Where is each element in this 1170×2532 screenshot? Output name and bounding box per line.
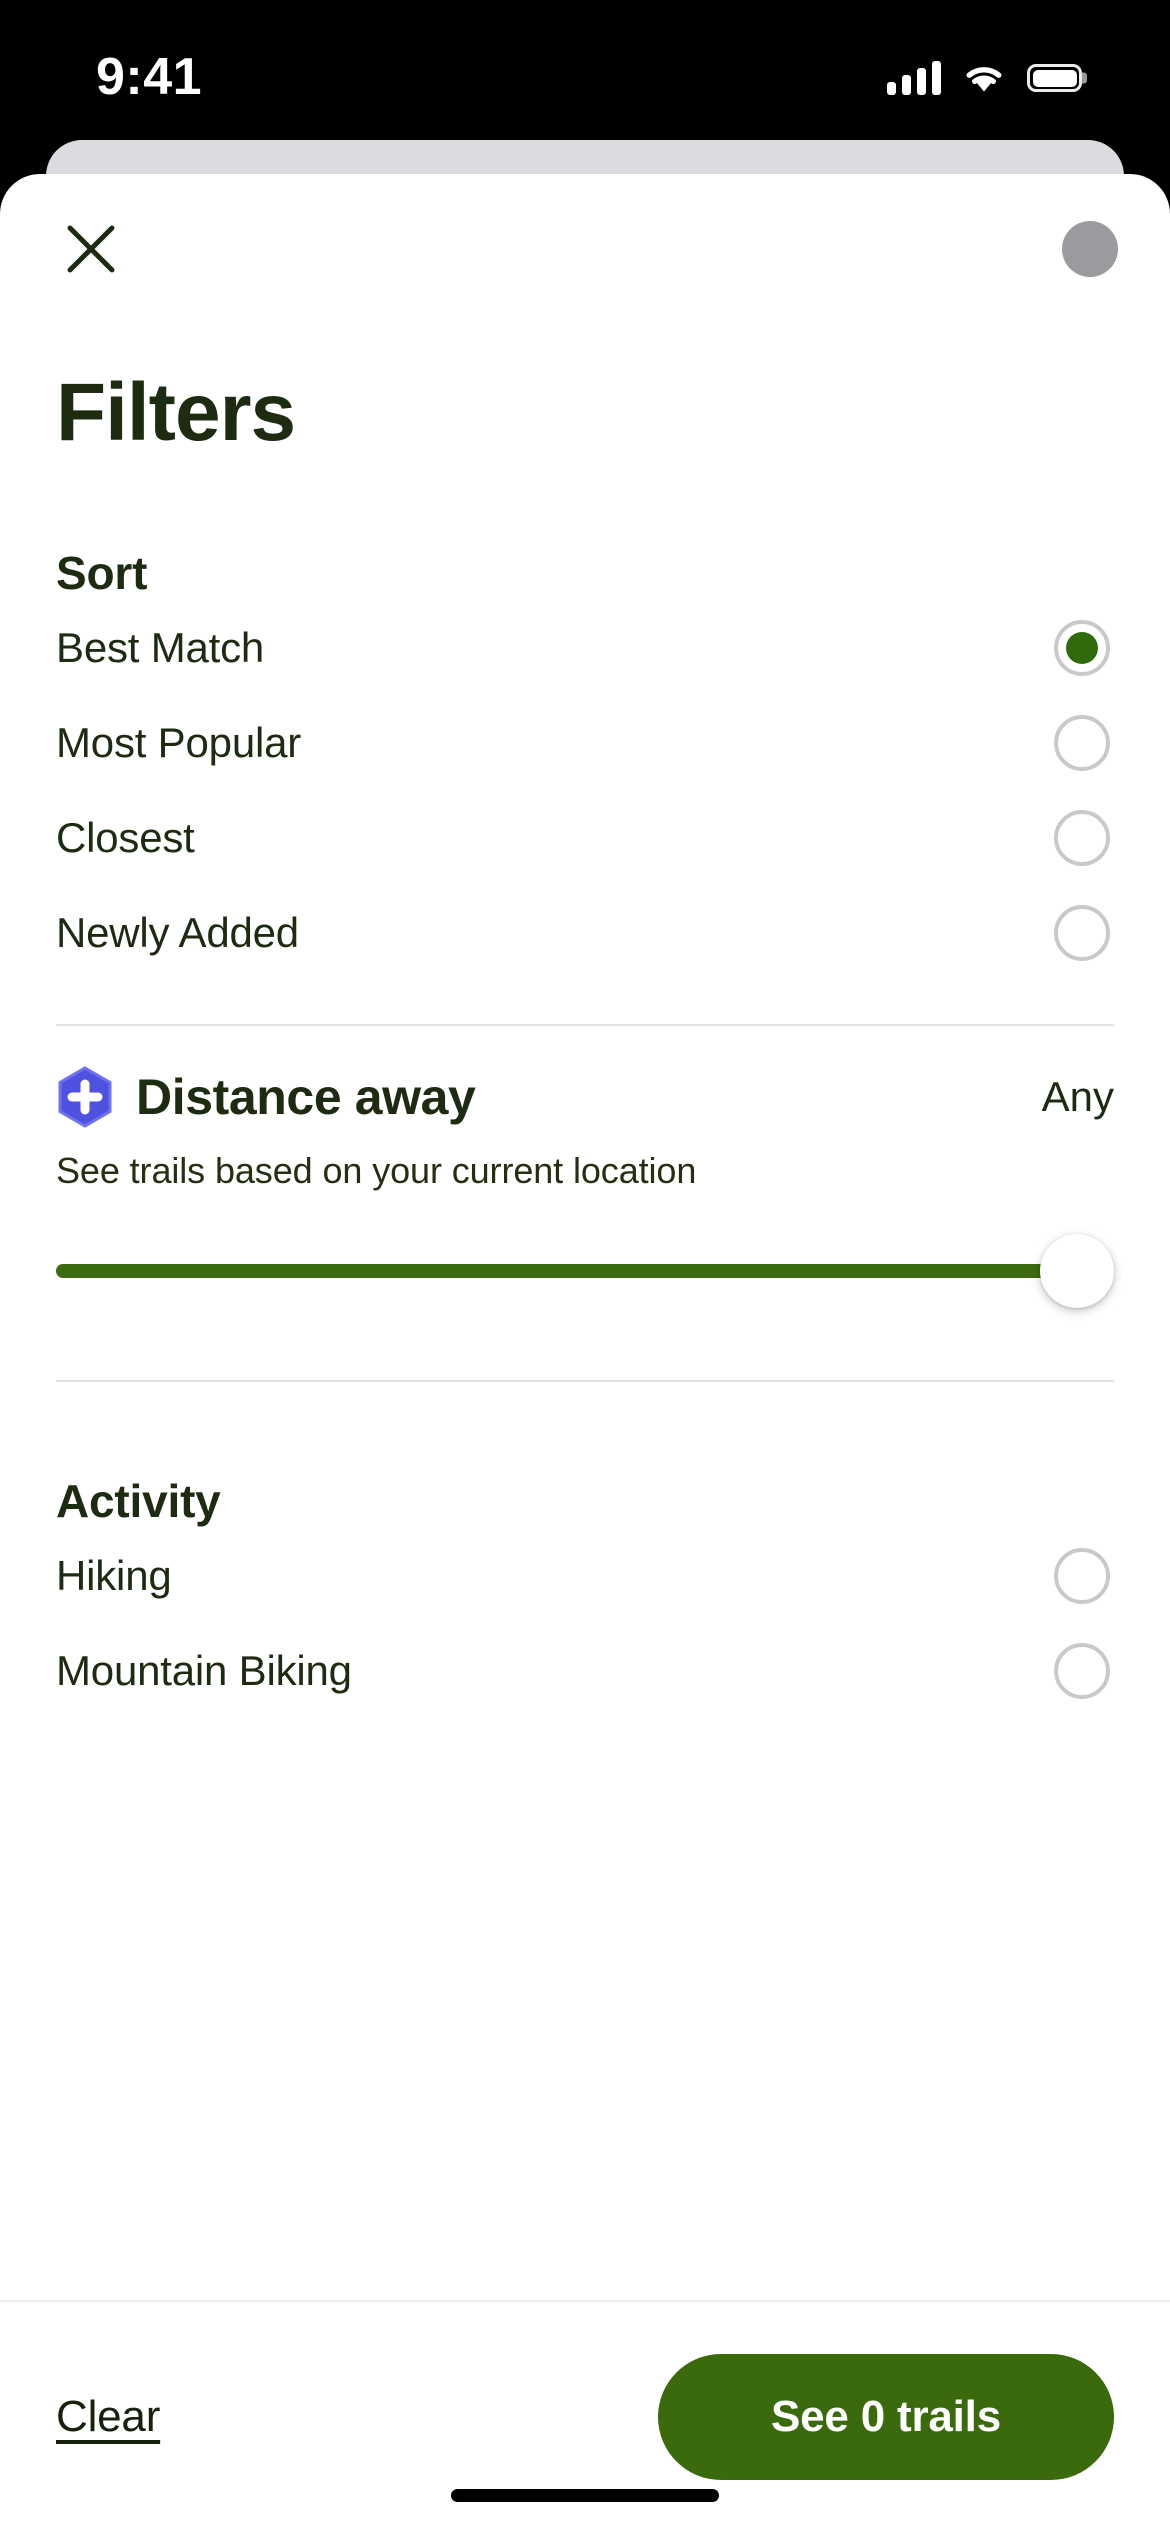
activity-option-label: Mountain Biking — [56, 1646, 352, 1694]
status-bar-time: 9:41 — [96, 48, 203, 106]
distance-slider[interactable] — [56, 1206, 1114, 1336]
wifi-icon — [963, 62, 1005, 94]
radio-button-most-popular[interactable] — [1054, 714, 1110, 771]
activity-option-hiking[interactable]: Hiking — [56, 1528, 1114, 1623]
sort-section-heading: Sort — [56, 547, 148, 599]
distance-away-title: Distance away — [136, 1069, 476, 1125]
sort-option-best-match[interactable]: Best Match — [56, 600, 1114, 695]
sort-option-most-popular[interactable]: Most Popular — [56, 695, 1114, 790]
distance-slider-track[interactable] — [56, 1264, 1088, 1278]
activity-option-label: Hiking — [56, 1551, 172, 1599]
activity-section-heading: Activity — [56, 1475, 221, 1527]
radio-button-hiking[interactable] — [1054, 1547, 1110, 1604]
cellular-signal-icon — [887, 61, 941, 95]
distance-away-value: Any — [1041, 1073, 1114, 1120]
home-indicator — [451, 2489, 719, 2502]
radio-button-best-match[interactable] — [1054, 619, 1110, 676]
battery-full-icon — [1027, 64, 1087, 92]
radio-button-closest[interactable] — [1054, 809, 1110, 866]
status-bar-icons — [887, 45, 1087, 95]
radio-button-mountain-biking[interactable] — [1054, 1642, 1110, 1699]
sort-option-newly-added[interactable]: Newly Added — [56, 885, 1114, 980]
section-divider — [56, 1380, 1114, 1382]
distance-away-subtitle: See trails based on your current locatio… — [56, 1150, 697, 1191]
distance-away-section: Distance away Any See trails based on yo… — [56, 1066, 1114, 1336]
sort-option-label: Newly Added — [56, 908, 299, 956]
distance-slider-fill — [56, 1264, 1088, 1278]
radio-button-newly-added[interactable] — [1054, 904, 1110, 961]
sort-option-label: Best Match — [56, 623, 265, 671]
sort-option-label: Most Popular — [56, 718, 302, 766]
sheet-header — [0, 174, 1170, 324]
filters-scroll-area[interactable]: Filters Sort Best Match Most Popular Clo… — [0, 324, 1170, 2300]
filters-sheet: Filters Sort Best Match Most Popular Clo… — [0, 174, 1170, 2532]
distance-header-row: Distance away Any — [56, 1066, 1114, 1128]
phone-screen: 9:41 Filters Sort Best Match Most Popula… — [0, 0, 1170, 2532]
sort-option-label: Closest — [56, 813, 195, 861]
see-trails-button[interactable]: See 0 trails — [658, 2354, 1114, 2480]
close-x-icon — [67, 225, 115, 273]
status-bar: 9:41 — [0, 0, 1170, 140]
activity-option-mountain-biking[interactable]: Mountain Biking — [56, 1623, 1114, 1718]
pro-plus-hexagon-badge-icon — [58, 1066, 112, 1128]
close-button[interactable] — [56, 214, 126, 284]
page-title: Filters — [56, 367, 296, 458]
sort-option-closest[interactable]: Closest — [56, 790, 1114, 885]
section-divider — [56, 1024, 1114, 1026]
avatar[interactable] — [1062, 221, 1118, 277]
clear-button[interactable]: Clear — [56, 2392, 160, 2442]
distance-slider-thumb[interactable] — [1040, 1234, 1114, 1308]
